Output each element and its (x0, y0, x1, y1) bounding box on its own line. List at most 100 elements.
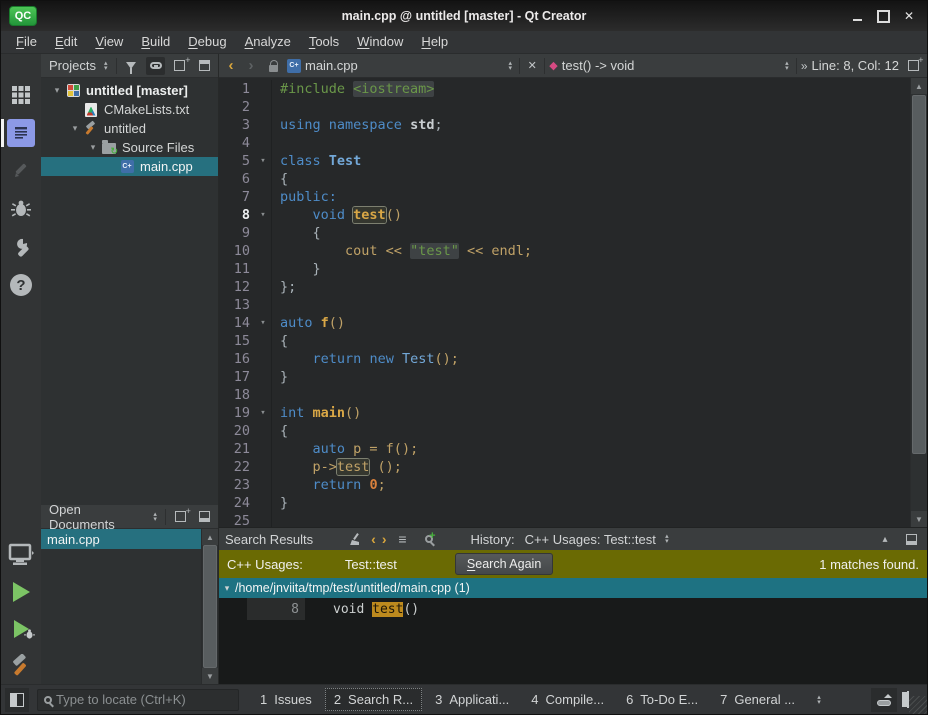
maximize-output-pane-icon[interactable] (871, 688, 897, 712)
code-editor[interactable]: 1#include <iostream>23using namespace st… (219, 78, 927, 527)
menu-edit[interactable]: Edit (46, 31, 86, 53)
filter-icon[interactable] (122, 57, 141, 75)
scroll-up-icon[interactable]: ▲ (202, 529, 218, 545)
tree-item-main-cpp[interactable]: C+main.cpp (41, 157, 218, 176)
code-text[interactable]: { (280, 332, 288, 350)
code-text[interactable]: }; (280, 278, 296, 296)
fold-marker-icon[interactable]: ▾ (255, 314, 272, 332)
locator[interactable] (37, 689, 239, 711)
code-text[interactable]: { (280, 224, 321, 242)
symbol-combo-icon[interactable] (782, 61, 792, 71)
expand-arrow-icon[interactable]: ▾ (85, 142, 101, 153)
code-line-7[interactable]: 7public: (219, 188, 910, 206)
tree-item-cmakelists-txt[interactable]: CMakeLists.txt (41, 100, 218, 119)
close-document-icon[interactable]: ✕ (524, 59, 540, 72)
output-tab-issues[interactable]: 1Issues (251, 688, 321, 711)
help-mode-icon[interactable]: ? (1, 266, 41, 304)
code-text[interactable]: return new Test(); (280, 350, 459, 368)
code-line-4[interactable]: 4 (219, 134, 910, 152)
code-line-15[interactable]: 15{ (219, 332, 910, 350)
code-text[interactable]: int main() (280, 404, 361, 422)
split-editor-icon[interactable] (903, 57, 923, 75)
minimize-icon[interactable] (849, 8, 865, 24)
build-button[interactable] (1, 647, 41, 684)
menu-view[interactable]: View (86, 31, 132, 53)
editor-scrollbar[interactable]: ▲ ▼ (910, 78, 927, 527)
code-line-2[interactable]: 2 (219, 98, 910, 116)
code-text[interactable]: using namespace std; (280, 116, 443, 134)
code-text[interactable]: auto f() (280, 314, 345, 332)
search-again-button[interactable]: Search Again (455, 553, 553, 575)
code-text[interactable]: } (280, 368, 288, 386)
code-line-21[interactable]: 21 auto p = f(); (219, 440, 910, 458)
collapse-arrow-icon[interactable]: ▾ (219, 583, 235, 594)
code-line-12[interactable]: 12}; (219, 278, 910, 296)
next-result-icon[interactable]: › (382, 531, 387, 547)
close-panel-icon[interactable] (195, 57, 214, 75)
code-text[interactable]: void test() (280, 206, 402, 224)
result-row[interactable]: 8 void test() (219, 598, 927, 620)
scroll-down-icon[interactable]: ▼ (202, 668, 218, 684)
code-text[interactable]: } (280, 494, 288, 512)
code-text[interactable]: { (280, 422, 288, 440)
code-line-14[interactable]: 14▾auto f() (219, 314, 910, 332)
locator-input[interactable] (56, 692, 232, 707)
clear-results-icon[interactable] (345, 530, 365, 548)
tree-item-untitled-master-[interactable]: ▾untitled [master] (41, 81, 218, 100)
code-line-25[interactable]: 25 (219, 512, 910, 527)
file-combo-icon[interactable] (505, 61, 515, 71)
resize-grip[interactable] (909, 696, 927, 714)
sync-with-editor-icon[interactable] (146, 57, 165, 75)
menu-analyze[interactable]: Analyze (236, 31, 300, 53)
code-line-23[interactable]: 23 return 0; (219, 476, 910, 494)
expand-arrow-icon[interactable]: ▾ (49, 85, 65, 96)
code-line-5[interactable]: 5▾class Test (219, 152, 910, 170)
history-value[interactable]: C++ Usages: Test::test (525, 532, 656, 547)
toggle-left-sidebar-icon[interactable] (5, 688, 29, 712)
output-tab-compile-[interactable]: 4Compile... (522, 688, 613, 711)
code-text[interactable]: class Test (280, 152, 361, 170)
expand-results-icon[interactable] (393, 530, 413, 548)
panel-selector-combo-icon[interactable] (101, 61, 111, 71)
code-line-20[interactable]: 20{ (219, 422, 910, 440)
open-document-main-cpp[interactable]: main.cpp (41, 529, 201, 549)
split-panel-icon[interactable] (171, 508, 190, 526)
open-file-name[interactable]: main.cpp (305, 58, 358, 73)
menu-file[interactable]: File (7, 31, 46, 53)
debug-run-button[interactable] (1, 610, 41, 647)
debug-mode-icon[interactable] (1, 190, 41, 228)
close-pane-icon[interactable] (901, 530, 921, 548)
panel-selector-combo-icon[interactable] (150, 512, 160, 522)
previous-result-icon[interactable]: ‹ (371, 531, 376, 547)
toolbar-overflow-icon[interactable]: » (801, 59, 808, 73)
go-forward-icon[interactable]: › (243, 57, 259, 74)
new-search-icon[interactable] (419, 530, 439, 548)
expand-arrow-icon[interactable]: ▾ (67, 123, 83, 134)
code-line-13[interactable]: 13 (219, 296, 910, 314)
run-button[interactable] (1, 573, 41, 610)
menu-help[interactable]: Help (412, 31, 457, 53)
fold-marker-icon[interactable]: ▾ (255, 152, 272, 170)
welcome-mode-icon[interactable] (1, 76, 41, 114)
open-documents-scrollbar[interactable]: ▲ ▼ (201, 529, 218, 684)
code-line-17[interactable]: 17} (219, 368, 910, 386)
scroll-thumb[interactable] (203, 545, 217, 668)
code-text[interactable]: { (280, 170, 288, 188)
menu-window[interactable]: Window (348, 31, 412, 53)
code-line-9[interactable]: 9 { (219, 224, 910, 242)
code-lines[interactable]: 1#include <iostream>23using namespace st… (219, 78, 910, 527)
go-back-icon[interactable]: ‹ (223, 57, 239, 74)
code-line-24[interactable]: 24} (219, 494, 910, 512)
tabs-combo-icon[interactable] (814, 695, 824, 705)
menu-debug[interactable]: Debug (179, 31, 235, 53)
code-line-10[interactable]: 10 cout << "test" << endl; (219, 242, 910, 260)
code-text[interactable]: #include <iostream> (280, 80, 434, 98)
code-text[interactable]: p->test (); (280, 458, 402, 476)
output-tab-general-[interactable]: 7General ... (711, 688, 804, 711)
code-line-11[interactable]: 11 } (219, 260, 910, 278)
code-line-22[interactable]: 22 p->test (); (219, 458, 910, 476)
output-tab-search-r-[interactable]: 2Search R... (325, 688, 422, 711)
history-combo-icon[interactable] (662, 534, 672, 544)
maximize-icon[interactable] (875, 8, 891, 24)
tree-item-source-files[interactable]: ▾Source Files (41, 138, 218, 157)
